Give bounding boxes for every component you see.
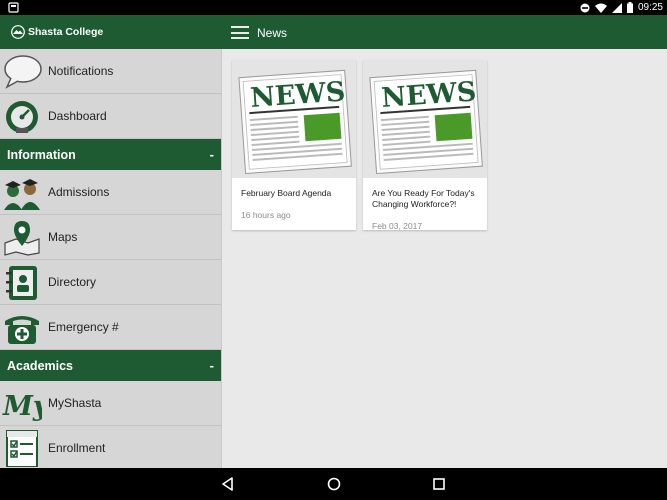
news-feed: NEWS February Board Agenda 16 hours ago <box>222 49 667 468</box>
sidebar-item-label: Notifications <box>48 64 114 78</box>
newspaper-icon: NEWS <box>363 60 487 178</box>
news-thumbnail: NEWS <box>363 60 487 178</box>
news-card-date: Feb 03, 2017 <box>372 221 423 231</box>
do-not-disturb-icon <box>580 3 590 12</box>
section-title: Information <box>7 147 76 162</box>
section-header-academics[interactable]: Academics - <box>0 350 221 381</box>
sidebar-item-myshasta[interactable]: My MyShasta <box>0 381 221 426</box>
menu-line-icon <box>231 31 249 34</box>
sidebar-item-notifications[interactable]: Notifications <box>0 49 221 94</box>
sidebar-item-label: Dashboard <box>48 109 107 123</box>
home-icon[interactable] <box>326 476 342 492</box>
news-card-title: Are You Ready For Today's Changing Workf… <box>372 188 475 209</box>
system-nav-bar <box>0 468 667 500</box>
news-thumbnail: NEWS <box>232 60 356 178</box>
address-book-icon <box>6 266 37 300</box>
menu-line-icon <box>231 26 249 28</box>
status-time: 09:25 <box>637 2 663 13</box>
sidebar-item-label: MyShasta <box>48 396 102 410</box>
sidebar-item-maps[interactable]: Maps <box>0 215 221 260</box>
recents-icon[interactable] <box>431 476 447 492</box>
page-title: News <box>257 26 288 40</box>
sidebar-item-dashboard[interactable]: Dashboard <box>0 94 221 139</box>
status-bar: 09:25 <box>0 0 667 15</box>
map-pin-icon <box>4 221 40 256</box>
sidebar-header: Shasta College <box>0 15 222 49</box>
logo-text: Shasta College <box>28 26 104 38</box>
sidebar-item-label: Admissions <box>48 185 110 199</box>
sidebar: Notifications Dashboard Information - Ad… <box>0 49 222 468</box>
back-icon[interactable] <box>220 476 236 492</box>
app-notification-icon <box>8 2 19 13</box>
sidebar-item-enrollment[interactable]: Enrollment <box>0 426 221 468</box>
sidebar-item-label: Emergency # <box>48 320 119 334</box>
news-card-date: 16 hours ago <box>241 210 291 220</box>
battery-icon <box>626 2 633 13</box>
sidebar-item-label: Maps <box>48 230 78 244</box>
class-checklist-icon <box>6 430 38 467</box>
signal-icon <box>611 2 622 13</box>
speech-bubble-icon <box>4 55 42 89</box>
mountain-logo-icon <box>11 25 25 39</box>
graduates-icon <box>4 179 40 210</box>
wifi-icon <box>594 3 607 13</box>
sidebar-item-directory[interactable]: Directory <box>0 260 221 305</box>
newspaper-icon: NEWS <box>232 60 356 178</box>
news-card[interactable]: NEWS Are You Ready For Today's Changing … <box>363 60 487 231</box>
collapse-toggle-icon: - <box>209 358 214 373</box>
svg-text:My: My <box>2 391 42 422</box>
sidebar-item-label: Enrollment <box>48 441 106 455</box>
gauge-icon <box>6 101 38 133</box>
emergency-phone-icon <box>5 316 39 344</box>
sidebar-item-admissions[interactable]: Admissions <box>0 170 221 215</box>
menu-line-icon <box>231 37 249 39</box>
sidebar-item-emergency[interactable]: Emergency # <box>0 305 221 350</box>
news-card-title: February Board Agenda <box>241 188 332 198</box>
my-script-icon: My <box>2 391 42 422</box>
college-logo: Shasta College <box>11 25 103 39</box>
news-card[interactable]: NEWS February Board Agenda 16 hours ago <box>232 60 356 230</box>
section-title: Academics <box>7 358 74 373</box>
hamburger-menu-button[interactable] <box>231 26 249 39</box>
collapse-toggle-icon: - <box>209 147 214 162</box>
section-header-information[interactable]: Information - <box>0 139 221 170</box>
sidebar-item-label: Directory <box>48 275 97 289</box>
